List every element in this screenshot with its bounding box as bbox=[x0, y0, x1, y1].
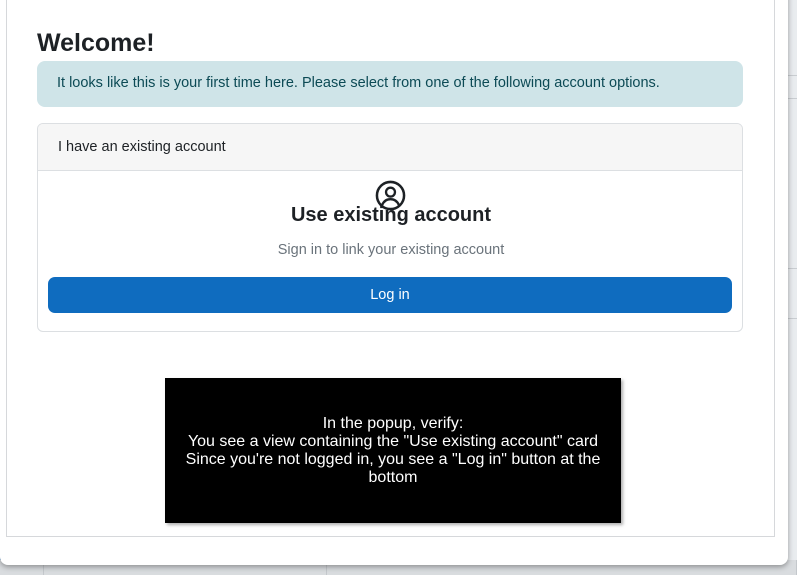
log-in-button[interactable]: Log in bbox=[48, 277, 732, 313]
popup-window: Welcome! It looks like this is your firs… bbox=[0, 0, 788, 565]
existing-account-card: I have an existing account Use existing … bbox=[37, 123, 743, 332]
card-subtitle: Sign in to link your existing account bbox=[277, 242, 505, 258]
instruction-line: In the popup, verify: bbox=[322, 414, 464, 432]
instruction-line: Since you're not logged in, you see a "L… bbox=[185, 450, 601, 486]
card-header: I have an existing account bbox=[38, 124, 742, 171]
page-title: Welcome! bbox=[37, 29, 155, 57]
instruction-line: You see a view containing the "Use exist… bbox=[187, 432, 599, 450]
info-alert-text: It looks like this is your first time he… bbox=[57, 75, 660, 91]
card-title: Use existing account bbox=[290, 204, 492, 226]
instruction-overlay: In the popup, verify: You see a view con… bbox=[165, 378, 621, 523]
info-alert: It looks like this is your first time he… bbox=[37, 61, 743, 107]
